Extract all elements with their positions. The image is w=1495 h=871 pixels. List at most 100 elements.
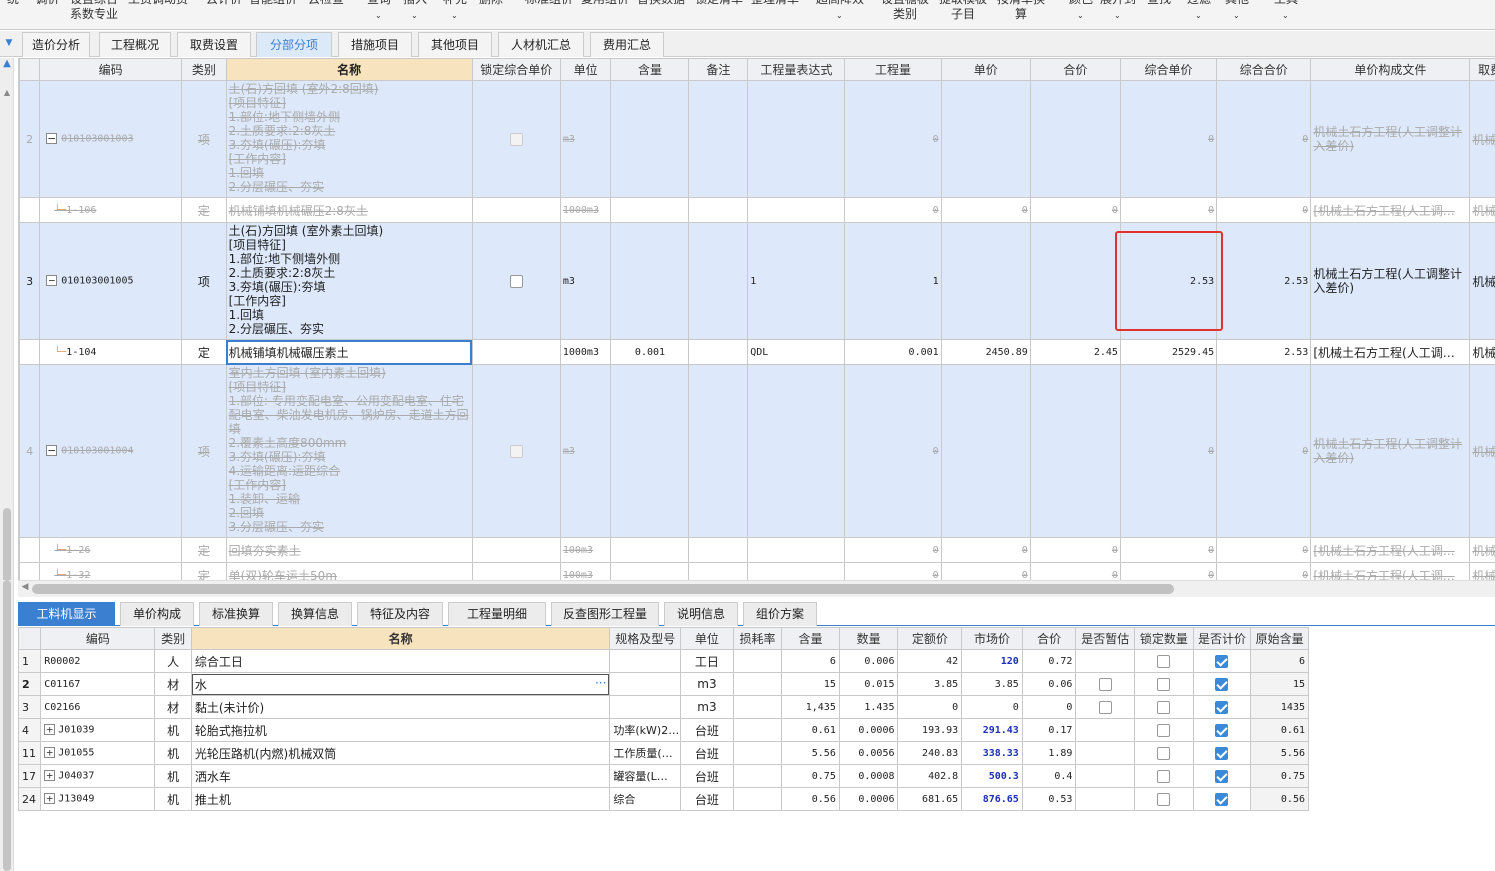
fee-cell[interactable]: 机械土方	[1469, 339, 1495, 365]
lock-price-cell[interactable]	[471, 80, 561, 198]
column-header[interactable]: 单价	[940, 58, 1031, 81]
column-header[interactable]: 数量	[838, 627, 899, 650]
fee-cell[interactable]: 机械土	[1469, 80, 1495, 198]
name-cell[interactable]: 土(石)方回填 (室外素土回填) [项目特征] 1.部位:地下侧墙外侧 2.土质…	[225, 222, 473, 340]
qty-cell[interactable]: 0	[844, 197, 942, 223]
category-cell[interactable]: 定	[181, 537, 227, 563]
category-cell[interactable]: 人	[154, 649, 192, 673]
left-vertical-scrollbar[interactable]: ▲ ▲	[0, 58, 14, 638]
qty-cell[interactable]: 0	[844, 80, 942, 198]
column-header[interactable]: 编码	[39, 58, 183, 81]
priced-checkbox[interactable]	[1215, 747, 1229, 760]
lock-price-checkbox[interactable]	[509, 274, 523, 288]
detail-tab-2[interactable]: 标准换算	[199, 602, 273, 626]
name-cell[interactable]: 轮胎式拖拉机	[190, 718, 611, 742]
scroll-arrow-icon[interactable]: ▲	[0, 88, 14, 100]
ribbon-button[interactable]: 查询	[364, 0, 394, 7]
scroll-up-icon[interactable]: ▲	[0, 58, 14, 76]
pin-icon[interactable]: ▼	[0, 31, 18, 56]
ribbon-button[interactable]: 统	[3, 0, 23, 7]
expression-cell[interactable]	[747, 197, 846, 223]
category-cell[interactable]: 项	[181, 222, 227, 340]
lock-price-cell[interactable]	[471, 197, 561, 223]
ctotal-cell[interactable]: 2.53	[1216, 222, 1312, 340]
lock-qty-cell[interactable]	[1134, 741, 1194, 765]
column-header[interactable]: 工程量表达式	[747, 58, 846, 81]
content-cell[interactable]: 1,435	[781, 695, 840, 719]
priced-cell[interactable]	[1192, 695, 1252, 719]
tab-7[interactable]: 费用汇总	[590, 32, 664, 57]
unit-cell[interactable]: 台班	[680, 718, 734, 742]
total-cell[interactable]: 0.4	[1021, 764, 1077, 788]
unit-cell[interactable]: 1000m3	[559, 339, 612, 365]
minus-icon[interactable]: −	[46, 445, 58, 457]
unit-cell[interactable]: m3	[559, 364, 612, 538]
code-cell[interactable]: └─1-26	[39, 537, 183, 563]
lock-qty-cell[interactable]	[1134, 695, 1194, 719]
category-cell[interactable]: 机	[154, 787, 192, 811]
loss-cell[interactable]	[732, 718, 783, 742]
name-cell[interactable]: 单(双)轮车运土50m	[225, 562, 473, 581]
cprice-cell[interactable]: 0	[1119, 197, 1218, 223]
category-cell[interactable]: 机	[154, 741, 192, 765]
name-cell[interactable]: 洒水车	[190, 764, 611, 788]
total-cell[interactable]	[1029, 364, 1121, 538]
name-cell[interactable]: 推土机	[190, 787, 611, 811]
content-cell[interactable]: 0.75	[781, 764, 840, 788]
qty-cell[interactable]: 1	[844, 222, 942, 340]
lock-price-cell[interactable]	[471, 222, 561, 340]
column-header[interactable]: 含量	[610, 58, 690, 81]
remark-cell[interactable]	[688, 562, 749, 581]
content-cell[interactable]: 15	[781, 672, 840, 696]
plus-icon[interactable]: +	[44, 747, 56, 759]
price-file-cell[interactable]: [机械土石方工程(人工调…	[1310, 537, 1471, 563]
detail-tab-1[interactable]: 单价构成	[120, 602, 194, 626]
content-cell[interactable]	[610, 364, 690, 538]
expression-cell[interactable]	[747, 537, 846, 563]
lock-price-cell[interactable]	[471, 339, 561, 365]
base-cell[interactable]: 240.83	[897, 741, 963, 765]
lock-price-checkbox[interactable]	[509, 444, 523, 458]
tab-0[interactable]: 造价分析	[22, 32, 90, 57]
lock-qty-checkbox[interactable]	[1157, 747, 1171, 760]
lock-qty-cell[interactable]	[1134, 764, 1194, 788]
market-price-cell[interactable]: 338.33	[961, 741, 1023, 765]
base-cell[interactable]: 42	[897, 649, 963, 673]
estimate-cell[interactable]	[1075, 764, 1136, 788]
scrollbar-thumb[interactable]	[3, 580, 11, 871]
qty-cell[interactable]: 0	[844, 537, 942, 563]
column-header[interactable]: 含量	[781, 627, 840, 650]
category-cell[interactable]: 材	[154, 672, 192, 696]
name-cell[interactable]: 综合工日	[190, 649, 611, 673]
column-header[interactable]: 市场价	[961, 627, 1023, 650]
category-cell[interactable]: 项	[181, 80, 227, 198]
qty-cell[interactable]: 0.006	[838, 649, 899, 673]
resource-row[interactable]: 11 + J01055 机光轮压路机(内燃)机械双筒 工作质量(… 台班 5.56 0.005…	[17, 741, 1309, 765]
detail-tab-3[interactable]: 换算信息	[278, 602, 352, 626]
total-cell[interactable]	[1029, 80, 1121, 198]
content-cell[interactable]	[610, 537, 690, 563]
priced-cell[interactable]	[1192, 649, 1252, 673]
remark-cell[interactable]	[688, 537, 749, 563]
detail-tab-6[interactable]: 反查图形工程量	[551, 602, 659, 626]
table-row[interactable]: 3−010103001005 项土(石)方回填 (室外素土回填) [项目特征] 1…	[19, 222, 1495, 340]
code-cell[interactable]: + J04037	[40, 764, 156, 788]
total-cell[interactable]: 1.89	[1021, 741, 1077, 765]
total-cell[interactable]: 0.72	[1021, 649, 1077, 673]
table-row[interactable]: └─1-26定回填夯实素土100m300000[机械土石方工程(人工调…机械土	[19, 537, 1495, 563]
ribbon-button[interactable]: 设置檐板 类别	[878, 0, 932, 22]
ctotal-cell[interactable]: 0	[1216, 562, 1312, 581]
unit-cell[interactable]: 台班	[680, 741, 734, 765]
column-header[interactable]: 是否暂估	[1075, 627, 1136, 650]
lock-qty-checkbox[interactable]	[1157, 770, 1171, 783]
content-cell[interactable]	[610, 80, 690, 198]
unit-cell[interactable]: 100m3	[559, 562, 612, 581]
base-cell[interactable]: 3.85	[897, 672, 963, 696]
lock-qty-checkbox[interactable]	[1157, 655, 1171, 668]
ribbon-button[interactable]: 插入	[400, 0, 430, 7]
priced-checkbox[interactable]	[1215, 678, 1229, 691]
remark-cell[interactable]	[688, 80, 749, 198]
price-cell[interactable]	[940, 364, 1031, 538]
code-cell[interactable]: −010103001003	[39, 80, 183, 198]
total-cell[interactable]	[1029, 222, 1121, 340]
